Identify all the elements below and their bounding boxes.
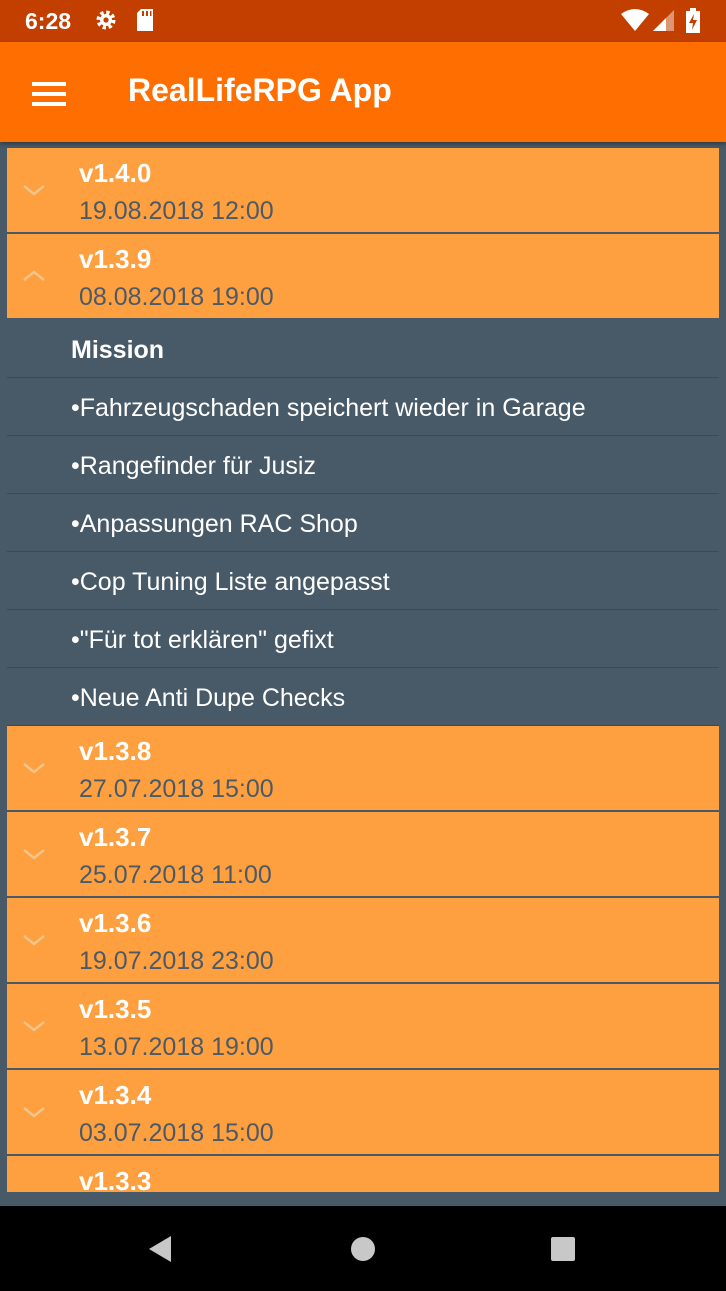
changelog-entry-text: •Cop Tuning Liste angepasst [71, 568, 390, 596]
app-bar: RealLifeRPG App [0, 42, 726, 142]
changelog-entry-text: •Rangefinder für Jusiz [71, 452, 316, 480]
changelog-group-header[interactable]: v1.3.6 19.07.2018 23:00 [7, 898, 719, 984]
hamburger-menu-icon[interactable] [26, 72, 72, 114]
version-label: v1.3.4 [79, 1080, 152, 1110]
release-date: 03.07.2018 15:00 [79, 1119, 274, 1147]
changelog-group-header[interactable]: v1.4.0 19.08.2018 12:00 [7, 148, 719, 234]
version-label: v1.3.9 [79, 244, 152, 274]
chevron-down-icon [21, 758, 47, 778]
section-heading-text: Mission [71, 336, 165, 364]
changelog-group-header[interactable]: v1.3.8 27.07.2018 15:00 [7, 726, 719, 812]
navigation-bar [0, 1206, 726, 1291]
back-icon[interactable] [146, 1234, 174, 1269]
version-label: v1.3.6 [79, 908, 152, 938]
changelog-group-header[interactable]: v1.3.3 [7, 1156, 719, 1192]
sd-card-icon [135, 8, 155, 37]
recents-icon[interactable] [549, 1234, 577, 1269]
version-label: v1.3.8 [79, 736, 152, 766]
changelog-group-header[interactable]: v1.3.9 08.08.2018 19:00 [7, 234, 719, 320]
changelog-entry: •Neue Anti Dupe Checks [7, 668, 719, 726]
version-label: v1.3.5 [79, 994, 152, 1024]
changelog-group-header[interactable]: v1.3.5 13.07.2018 19:00 [7, 984, 719, 1070]
version-label: v1.4.0 [79, 158, 152, 188]
changelog-panel: v1.4.0 19.08.2018 12:00 v1.3.9 08.08.201… [0, 142, 726, 1206]
chevron-down-icon [21, 180, 47, 200]
home-icon[interactable] [349, 1234, 377, 1269]
release-date: 25.07.2018 11:00 [79, 861, 272, 889]
release-date: 27.07.2018 15:00 [79, 775, 274, 803]
chevron-up-icon [21, 266, 47, 286]
changelog-group-header[interactable]: v1.3.4 03.07.2018 15:00 [7, 1070, 719, 1156]
wifi-icon [620, 8, 650, 37]
changelog-entry-text: •"Für tot erklären" gefixt [71, 626, 334, 654]
changelog-entry: •Cop Tuning Liste angepasst [7, 552, 719, 610]
changelog-entry: •Rangefinder für Jusiz [7, 436, 719, 494]
changelog-section-heading: Mission [7, 320, 719, 378]
changelog-entry-text: •Neue Anti Dupe Checks [71, 684, 346, 712]
cell-signal-icon [652, 8, 676, 37]
changelog-list[interactable]: v1.4.0 19.08.2018 12:00 v1.3.9 08.08.201… [7, 148, 719, 1192]
changelog-group-header[interactable]: v1.3.7 25.07.2018 11:00 [7, 812, 719, 898]
release-date: 13.07.2018 19:00 [79, 1033, 274, 1061]
changelog-entry-text: •Anpassungen RAC Shop [71, 510, 358, 538]
status-bar: 6:28 [0, 0, 726, 42]
chevron-down-icon [21, 930, 47, 950]
release-date: 19.08.2018 12:00 [79, 197, 274, 225]
changelog-entry-text: •Fahrzeugschaden speichert wieder in Gar… [71, 394, 586, 422]
release-date: 19.07.2018 23:00 [79, 947, 274, 975]
chevron-down-icon [21, 844, 47, 864]
release-date: 08.08.2018 19:00 [79, 283, 274, 311]
settings-gear-icon [94, 8, 118, 37]
changelog-entry: •Anpassungen RAC Shop [7, 494, 719, 552]
app-title: RealLifeRPG App [128, 72, 392, 108]
changelog-entry: •"Für tot erklären" gefixt [7, 610, 719, 668]
changelog-entry: •Fahrzeugschaden speichert wieder in Gar… [7, 378, 719, 436]
chevron-down-icon [21, 1102, 47, 1122]
status-time: 6:28 [25, 8, 72, 34]
battery-charging-icon [685, 8, 701, 39]
version-label: v1.3.3 [79, 1166, 152, 1192]
version-label: v1.3.7 [79, 822, 152, 852]
chevron-down-icon [21, 1016, 47, 1036]
